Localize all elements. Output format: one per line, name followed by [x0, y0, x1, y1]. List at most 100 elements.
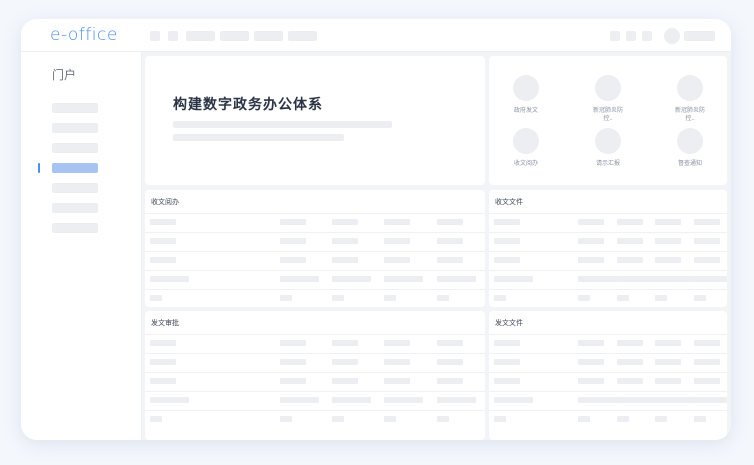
table-cell [437, 276, 476, 282]
panel-title: 收文文件 [495, 199, 523, 206]
app-logo[interactable]: e-office [50, 25, 118, 45]
sidebar-item-5[interactable] [52, 183, 98, 193]
table-cell [494, 340, 520, 346]
nav-tab-2[interactable] [220, 31, 249, 41]
table-cell [384, 257, 410, 263]
header-action-2[interactable] [626, 31, 636, 41]
document-icon [513, 75, 539, 101]
sidebar-item-3[interactable] [52, 143, 98, 153]
table-cell [494, 257, 520, 263]
table-cell [578, 359, 604, 365]
table-cell [280, 359, 306, 365]
table-cell [437, 359, 463, 365]
row-divider [145, 334, 485, 335]
user-avatar[interactable] [664, 28, 680, 44]
table-cell [578, 340, 604, 346]
table-cell [384, 397, 423, 403]
table-cell [332, 378, 358, 384]
row-divider [489, 251, 727, 252]
row-divider [489, 270, 727, 271]
quick-link-label: 请示汇报 [595, 161, 620, 167]
quick-link-doc[interactable]: 政府发文 [496, 75, 556, 115]
table-cell [578, 295, 590, 301]
table-cell [617, 416, 629, 422]
table-cell [437, 238, 463, 244]
table-cell [655, 416, 667, 422]
table-cell [280, 340, 306, 346]
table-cell [150, 238, 176, 244]
sidebar-item-1[interactable] [52, 103, 98, 113]
table-cell [578, 378, 604, 384]
header-action-1[interactable] [610, 31, 620, 41]
table-cell [384, 340, 410, 346]
sidebar-item-6[interactable] [52, 203, 98, 213]
table-cell [384, 378, 410, 384]
toolbar-icon-1[interactable] [150, 31, 160, 41]
quick-link-covid-2[interactable]: 新冠肺炎防控.. [660, 75, 720, 123]
table-cell [280, 219, 306, 225]
table-cell [150, 219, 176, 225]
user-name[interactable] [684, 31, 715, 41]
quick-link-label: 新冠肺炎防控.. [675, 108, 706, 122]
table-cell [655, 276, 694, 282]
nav-tab-3[interactable] [254, 31, 283, 41]
hero-subtitle-line-2 [173, 134, 344, 141]
table-cell [694, 219, 720, 225]
row-divider [145, 410, 485, 411]
table-cell [384, 219, 410, 225]
table-cell [280, 295, 292, 301]
table-cell [694, 340, 720, 346]
table-cell [494, 359, 520, 365]
table-cell [694, 397, 727, 403]
table-cell [617, 340, 643, 346]
row-divider [489, 353, 727, 354]
sidebar-item-4[interactable] [52, 163, 98, 173]
panel-title: 收文阅办 [151, 199, 179, 206]
panel-incoming-files: 收文文件 [489, 190, 727, 307]
table-cell [437, 295, 449, 301]
row-divider [145, 232, 485, 233]
top-bar: e-office [21, 19, 731, 52]
table-cell [332, 416, 344, 422]
table-cell [694, 416, 706, 422]
health-icon [595, 75, 621, 101]
report-icon [595, 128, 621, 154]
table-cell [617, 219, 643, 225]
health-icon [677, 75, 703, 101]
table-cell [280, 257, 306, 263]
quick-link-covid-1[interactable]: 新冠肺炎防控.. [578, 75, 638, 123]
sidebar-title: 门户 [52, 68, 77, 82]
row-divider [145, 213, 485, 214]
row-divider [145, 289, 485, 290]
quick-link-report[interactable]: 请示汇报 [578, 128, 638, 168]
table-cell [332, 295, 344, 301]
table-cell [332, 257, 358, 263]
nav-tab-1[interactable] [186, 31, 215, 41]
row-divider [489, 372, 727, 373]
row-divider [145, 353, 485, 354]
row-divider [489, 410, 727, 411]
sidebar-item-2[interactable] [52, 123, 98, 133]
quick-link-notice[interactable]: 督查通知 [660, 128, 720, 168]
table-cell [694, 295, 706, 301]
table-cell [578, 397, 617, 403]
sidebar-item-7[interactable] [52, 223, 98, 233]
panel-title: 发文审批 [151, 320, 179, 327]
row-divider [145, 372, 485, 373]
table-cell [280, 238, 306, 244]
nav-tab-4[interactable] [288, 31, 317, 41]
table-cell [494, 295, 506, 301]
toolbar-icon-2[interactable] [168, 31, 178, 41]
table-cell [578, 276, 617, 282]
quick-link-inbox[interactable]: 收文阅办 [496, 128, 556, 168]
table-cell [655, 397, 694, 403]
main-area: 门户 构建数字政务办公体系 政府发文 新冠肺炎防控.. 新冠肺炎防控.. 收文阅… [21, 52, 731, 440]
table-cell [655, 340, 681, 346]
table-cell [437, 340, 463, 346]
header-action-3[interactable] [642, 31, 652, 41]
inbox-icon [513, 128, 539, 154]
table-cell [617, 378, 643, 384]
table-cell [494, 238, 520, 244]
hero-subtitle-line-1 [173, 121, 392, 128]
panel-title: 发文文件 [495, 320, 523, 327]
